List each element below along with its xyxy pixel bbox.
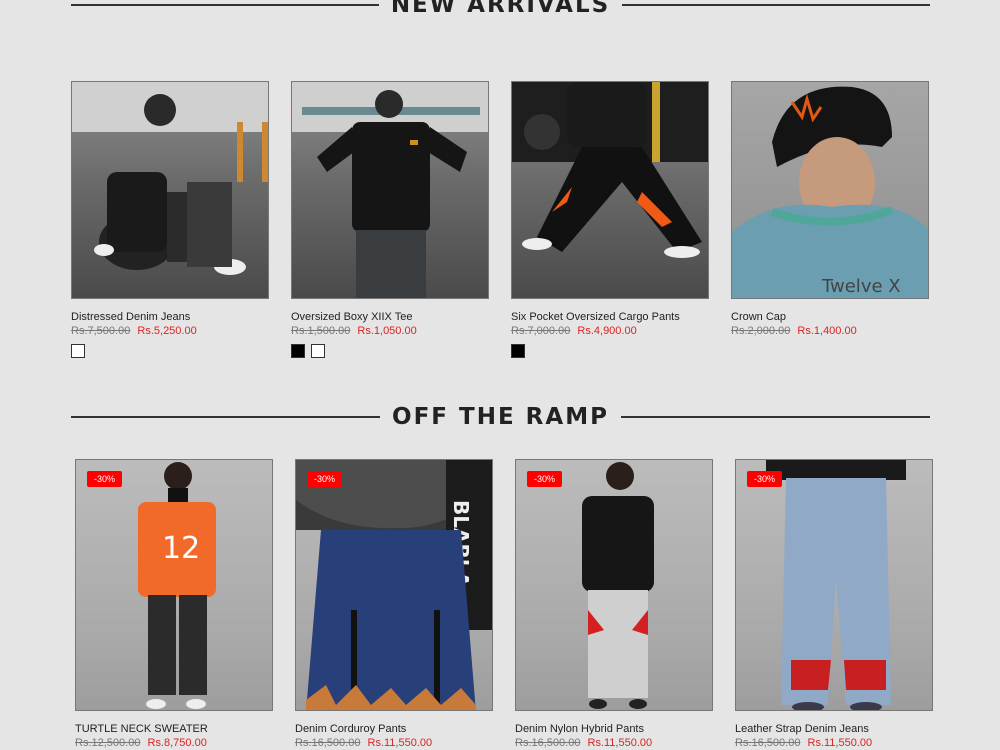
off-the-ramp-header: OFF THE RAMP [71, 403, 930, 431]
product-image[interactable] [511, 81, 709, 299]
product-image[interactable]: -30% [515, 459, 713, 711]
discount-badge: -30% [307, 471, 343, 487]
product-name[interactable]: Distressed Denim Jeans [71, 311, 269, 323]
product-name[interactable]: Denim Nylon Hybrid Pants [515, 723, 713, 735]
product-name[interactable]: Crown Cap [731, 311, 929, 323]
product-prices: Rs.2,000.00 Rs.1,400.00 [731, 325, 929, 337]
sale-price: Rs.11,550.00 [367, 737, 433, 749]
sale-price: Rs.11,550.00 [587, 737, 653, 749]
product-name[interactable]: Leather Strap Denim Jeans [735, 723, 933, 735]
product-card[interactable]: Distressed Denim Jeans Rs.7,500.00 Rs.5,… [71, 81, 269, 358]
product-card[interactable]: BLABLA -30% Denim Corduroy Pants Rs.16,5… [295, 459, 493, 749]
discount-badge: -30% [747, 471, 783, 487]
product-image[interactable] [71, 81, 269, 299]
sale-price: Rs.4,900.00 [577, 325, 637, 337]
sale-price: Rs.5,250.00 [137, 325, 197, 337]
header-rule-right [622, 4, 931, 6]
sale-price: Rs.1,400.00 [797, 325, 857, 337]
section-title-off-the-ramp: OFF THE RAMP [392, 404, 609, 430]
color-swatches [291, 344, 489, 358]
product-name[interactable]: Denim Corduroy Pants [295, 723, 493, 735]
original-price: Rs.2,000.00 [731, 325, 791, 337]
product-name[interactable]: Six Pocket Oversized Cargo Pants [511, 311, 709, 323]
sale-price: Rs.11,550.00 [807, 737, 873, 749]
product-name[interactable]: Oversized Boxy XIIX Tee [291, 311, 489, 323]
product-prices: Rs.7,000.00 Rs.4,900.00 [511, 325, 709, 337]
swatch-black[interactable] [511, 344, 525, 358]
product-image[interactable] [291, 81, 489, 299]
original-price: Rs.1,500.00 [291, 325, 351, 337]
product-card[interactable]: 12 -30% TURTLE NECK SWEATER Rs.12,500.00… [75, 459, 273, 749]
swatch-black[interactable] [291, 344, 305, 358]
product-card[interactable]: -30% Denim Nylon Hybrid Pants Rs.16,500.… [515, 459, 713, 749]
product-image[interactable]: BLABLA -30% [295, 459, 493, 711]
sale-price: Rs.8,750.00 [147, 737, 207, 749]
product-name[interactable]: TURTLE NECK SWEATER [75, 723, 273, 735]
product-card[interactable]: -30% Leather Strap Denim Jeans Rs.16,500… [735, 459, 933, 749]
color-swatches [71, 344, 269, 358]
color-swatches [511, 344, 709, 358]
swatch-white[interactable] [71, 344, 85, 358]
discount-badge: -30% [87, 471, 123, 487]
header-rule-left [71, 416, 381, 418]
product-image[interactable]: Twelve X [731, 81, 929, 299]
product-prices: Rs.16,500.00 Rs.11,550.00 [295, 737, 493, 749]
sale-price: Rs.1,050.00 [357, 325, 417, 337]
original-price: Rs.16,500.00 [295, 737, 361, 749]
product-prices: Rs.12,500.00 Rs.8,750.00 [75, 737, 273, 749]
original-price: Rs.12,500.00 [75, 737, 141, 749]
discount-badge: -30% [527, 471, 563, 487]
product-card[interactable]: Twelve X Crown Cap Rs.2,000.00 Rs.1,400.… [731, 81, 929, 337]
section-title-new-arrivals: NEW ARRIVALS [390, 0, 611, 18]
new-arrivals-header: NEW ARRIVALS [71, 0, 931, 18]
product-card[interactable]: Oversized Boxy XIIX Tee Rs.1,500.00 Rs.1… [291, 81, 489, 358]
header-rule-right [620, 416, 930, 418]
original-price: Rs.7,500.00 [71, 325, 131, 337]
product-card[interactable]: Six Pocket Oversized Cargo Pants Rs.7,00… [511, 81, 709, 358]
product-image[interactable]: -30% [735, 459, 933, 711]
original-price: Rs.16,500.00 [735, 737, 801, 749]
product-prices: Rs.1,500.00 Rs.1,050.00 [291, 325, 489, 337]
product-prices: Rs.16,500.00 Rs.11,550.00 [735, 737, 933, 749]
original-price: Rs.16,500.00 [515, 737, 581, 749]
product-image[interactable]: 12 -30% [75, 459, 273, 711]
swatch-white[interactable] [311, 344, 325, 358]
product-prices: Rs.7,500.00 Rs.5,250.00 [71, 325, 269, 337]
original-price: Rs.7,000.00 [511, 325, 571, 337]
cap-shirt-print: Twelve X [821, 276, 901, 297]
header-rule-left [71, 4, 379, 6]
sweater-number: 12 [162, 531, 200, 566]
product-prices: Rs.16,500.00 Rs.11,550.00 [515, 737, 713, 749]
